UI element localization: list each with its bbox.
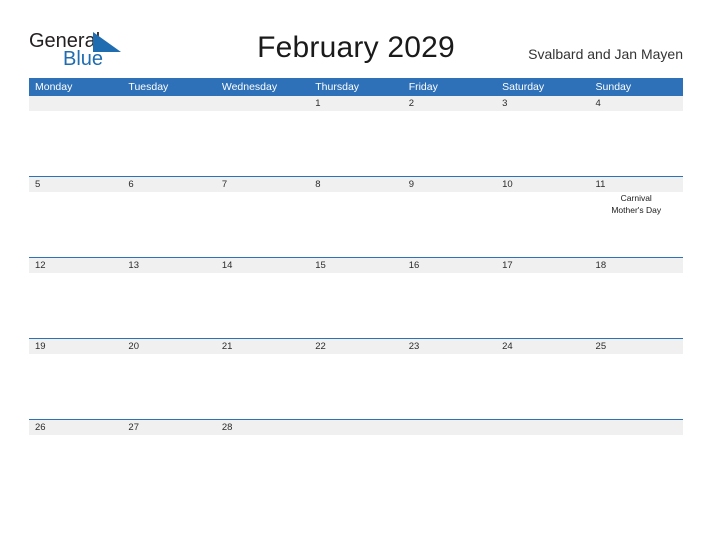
day-number[interactable]: 17 bbox=[496, 258, 589, 273]
day-events[interactable] bbox=[496, 273, 589, 338]
event-label: Mother's Day bbox=[611, 204, 662, 215]
week-row: 12 13 14 15 16 17 18 bbox=[29, 257, 683, 338]
day-events[interactable] bbox=[496, 354, 589, 419]
day-number[interactable]: 9 bbox=[403, 177, 496, 192]
day-number[interactable]: 15 bbox=[309, 258, 402, 273]
day-number[interactable]: 23 bbox=[403, 339, 496, 354]
day-events[interactable] bbox=[309, 273, 402, 338]
day-events[interactable] bbox=[29, 273, 122, 338]
region-label: Svalbard and Jan Mayen bbox=[528, 46, 683, 62]
day-number[interactable]: 8 bbox=[309, 177, 402, 192]
day-events[interactable] bbox=[122, 435, 215, 500]
day-events[interactable] bbox=[590, 273, 683, 338]
weekday-header-saturday: Saturday bbox=[502, 81, 545, 93]
week-row: 26 27 28 bbox=[29, 419, 683, 500]
week-event-band bbox=[29, 111, 683, 176]
week-date-band: 12 13 14 15 16 17 18 bbox=[29, 258, 683, 273]
day-number[interactable]: 22 bbox=[309, 339, 402, 354]
day-events[interactable] bbox=[216, 111, 309, 176]
day-events[interactable] bbox=[309, 111, 402, 176]
day-number[interactable]: 16 bbox=[403, 258, 496, 273]
day-number[interactable]: 7 bbox=[216, 177, 309, 192]
day-events[interactable] bbox=[403, 192, 496, 257]
day-events[interactable] bbox=[216, 354, 309, 419]
week-date-band: 5 6 7 8 9 10 11 bbox=[29, 177, 683, 192]
day-number[interactable]: 13 bbox=[122, 258, 215, 273]
day-events[interactable] bbox=[590, 354, 683, 419]
day-events[interactable] bbox=[496, 192, 589, 257]
day-number[interactable] bbox=[216, 96, 309, 111]
calendar-grid: Monday Tuesday Wednesday Thursday Friday… bbox=[29, 78, 683, 500]
day-events[interactable] bbox=[122, 111, 215, 176]
day-number[interactable]: 3 bbox=[496, 96, 589, 111]
day-events[interactable] bbox=[122, 354, 215, 419]
weekday-header-monday: Monday bbox=[35, 81, 73, 93]
day-events[interactable] bbox=[29, 111, 122, 176]
day-events[interactable] bbox=[29, 354, 122, 419]
day-events[interactable] bbox=[496, 111, 589, 176]
week-row: 19 20 21 22 23 24 25 bbox=[29, 338, 683, 419]
day-number[interactable]: 21 bbox=[216, 339, 309, 354]
day-number[interactable]: 1 bbox=[309, 96, 402, 111]
day-events[interactable] bbox=[309, 192, 402, 257]
day-number[interactable] bbox=[496, 420, 589, 435]
day-events[interactable] bbox=[122, 273, 215, 338]
page-header: General Blue February 2029 Svalbard and … bbox=[0, 0, 712, 78]
week-row: 5 6 7 8 9 10 11 Carnival Mother's Day bbox=[29, 176, 683, 257]
day-events[interactable] bbox=[403, 354, 496, 419]
week-date-band: 1 2 3 4 bbox=[29, 96, 683, 111]
day-events[interactable] bbox=[496, 435, 589, 500]
weekday-header-wednesday: Wednesday bbox=[221, 81, 278, 93]
day-events[interactable] bbox=[122, 192, 215, 257]
week-event-band: Carnival Mother's Day bbox=[29, 192, 683, 257]
day-events[interactable]: Carnival Mother's Day bbox=[590, 192, 683, 257]
week-date-band: 26 27 28 bbox=[29, 420, 683, 435]
week-event-band bbox=[29, 354, 683, 419]
day-number[interactable]: 19 bbox=[29, 339, 122, 354]
day-number[interactable] bbox=[403, 420, 496, 435]
day-number[interactable]: 24 bbox=[496, 339, 589, 354]
day-events[interactable] bbox=[216, 192, 309, 257]
day-number[interactable] bbox=[309, 420, 402, 435]
day-events[interactable] bbox=[590, 435, 683, 500]
week-event-band bbox=[29, 435, 683, 500]
day-number[interactable]: 6 bbox=[122, 177, 215, 192]
day-events[interactable] bbox=[216, 273, 309, 338]
day-number[interactable]: 5 bbox=[29, 177, 122, 192]
day-number[interactable]: 18 bbox=[590, 258, 683, 273]
day-events[interactable] bbox=[216, 435, 309, 500]
day-events[interactable] bbox=[29, 435, 122, 500]
day-events[interactable] bbox=[403, 273, 496, 338]
day-events[interactable] bbox=[309, 354, 402, 419]
week-date-band: 19 20 21 22 23 24 25 bbox=[29, 339, 683, 354]
day-number[interactable]: 20 bbox=[122, 339, 215, 354]
day-number[interactable]: 14 bbox=[216, 258, 309, 273]
weekday-header-tuesday: Tuesday bbox=[128, 81, 169, 93]
day-number[interactable]: 10 bbox=[496, 177, 589, 192]
day-number[interactable]: 11 bbox=[590, 177, 683, 192]
day-number[interactable]: 28 bbox=[216, 420, 309, 435]
weekday-header-friday: Friday bbox=[408, 81, 438, 93]
event-label: Carnival bbox=[620, 193, 652, 203]
day-number[interactable]: 27 bbox=[122, 420, 215, 435]
day-number[interactable]: 4 bbox=[590, 96, 683, 111]
week-event-band bbox=[29, 273, 683, 338]
day-events[interactable] bbox=[29, 192, 122, 257]
weekday-header-thursday: Thursday bbox=[315, 81, 360, 93]
week-row: 1 2 3 4 bbox=[29, 96, 683, 176]
weekday-header-row: Monday Tuesday Wednesday Thursday Friday… bbox=[29, 78, 683, 96]
day-events[interactable] bbox=[403, 111, 496, 176]
day-events[interactable] bbox=[403, 435, 496, 500]
day-number[interactable] bbox=[590, 420, 683, 435]
day-number[interactable] bbox=[29, 96, 122, 111]
day-number[interactable]: 26 bbox=[29, 420, 122, 435]
day-number[interactable]: 25 bbox=[590, 339, 683, 354]
day-number[interactable]: 12 bbox=[29, 258, 122, 273]
day-number[interactable] bbox=[122, 96, 215, 111]
day-events[interactable] bbox=[590, 111, 683, 176]
weekday-header-sunday: Sunday bbox=[595, 81, 632, 93]
day-events[interactable] bbox=[309, 435, 402, 500]
day-number[interactable]: 2 bbox=[403, 96, 496, 111]
